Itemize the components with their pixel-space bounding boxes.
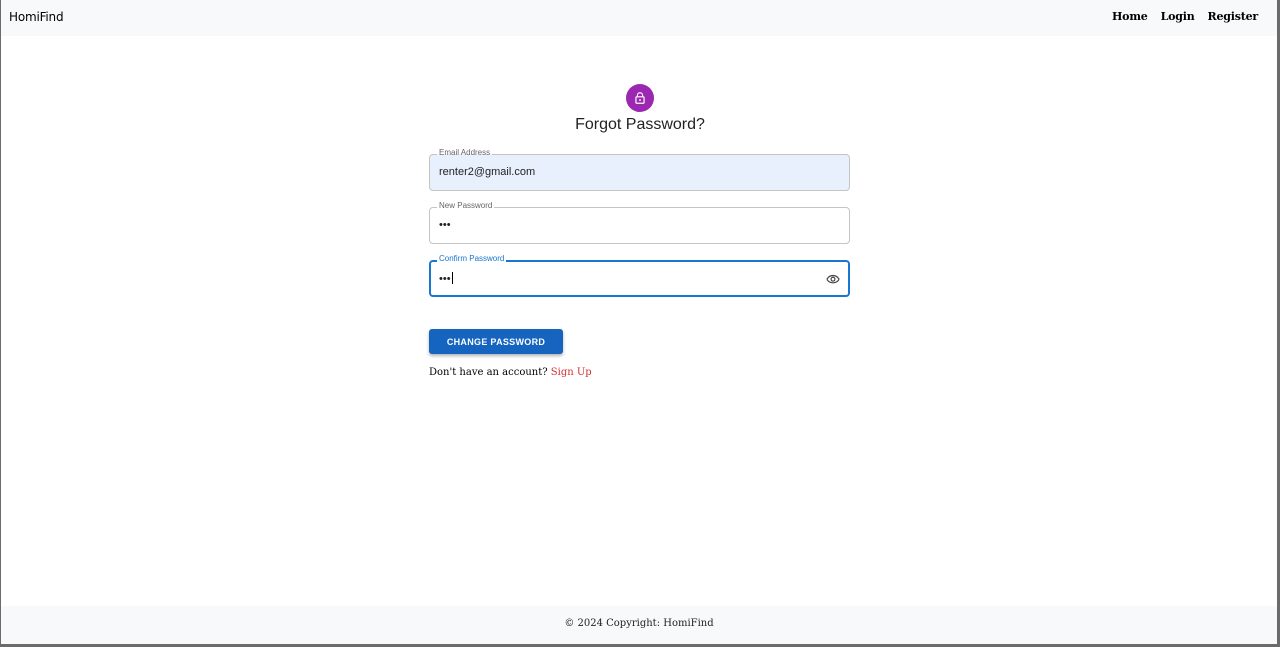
nav-links: Home Login Register [1112, 10, 1258, 23]
lock-icon [635, 92, 645, 104]
page-title: Forgot Password? [575, 116, 705, 133]
confirm-password-text: ••• [439, 273, 451, 285]
lock-avatar [626, 84, 654, 112]
new-password-value[interactable]: ••• [439, 219, 451, 231]
new-password-label: New Password [437, 200, 495, 212]
new-password-field[interactable]: New Password ••• [429, 200, 850, 244]
nav-link-login[interactable]: Login [1161, 10, 1195, 23]
confirm-password-field[interactable]: Confirm Password ••• [429, 253, 850, 297]
signup-prompt-text: Don't have an account? [429, 367, 548, 378]
eye-icon [826, 274, 840, 284]
toggle-password-visibility-button[interactable] [826, 272, 840, 286]
change-password-button[interactable]: CHANGE PASSWORD [429, 329, 563, 354]
confirm-password-label: Confirm Password [437, 253, 507, 265]
sign-up-link[interactable]: Sign Up [551, 367, 592, 378]
nav-link-home[interactable]: Home [1112, 10, 1148, 23]
email-field-label: Email Address [437, 147, 493, 159]
footer: © 2024 Copyright: HomiFind [1, 606, 1277, 644]
signup-prompt: Don't have an account? Sign Up [429, 367, 592, 378]
nav-link-register[interactable]: Register [1208, 10, 1259, 23]
copyright-text: © 2024 Copyright: HomiFind [564, 618, 714, 629]
navbar: HomiFind Home Login Register [1, 0, 1277, 36]
brand-logo[interactable]: HomiFind [9, 10, 64, 24]
app-window: HomiFind Home Login Register Forgot Pass… [1, 0, 1277, 644]
confirm-password-value[interactable]: ••• [439, 272, 453, 285]
email-field[interactable]: Email Address renter2@gmail.com [429, 147, 850, 191]
text-caret [451, 272, 453, 284]
email-field-value[interactable]: renter2@gmail.com [439, 166, 535, 178]
